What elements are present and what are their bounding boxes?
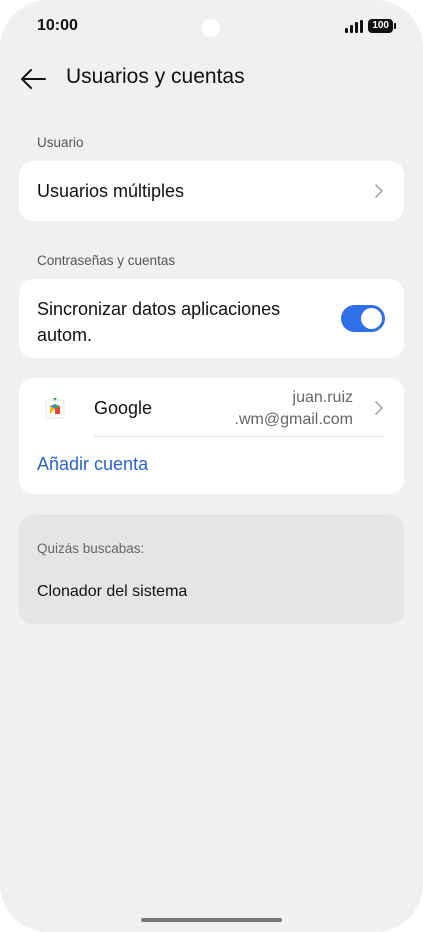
battery-icon: 100 [368, 19, 396, 33]
sync-data-label-line2: autom. [37, 325, 93, 345]
google-account-name: Google [94, 398, 153, 418]
sync-data-label-line1: Sincronizar datos aplicaciones [37, 299, 281, 319]
divider [94, 436, 385, 437]
status-bar: 10:00 100 [0, 0, 423, 56]
suggestion-item[interactable]: Clonador del sistema [37, 583, 187, 601]
toggle-knob [361, 308, 382, 329]
add-account-link[interactable]: Añadir cuenta [37, 454, 148, 475]
page-title: Usuarios y cuentas [66, 65, 245, 88]
google-account-email-line1: juan.ruiz [292, 389, 353, 406]
sync-data-label: Sincronizar datos aplicaciones autom. [37, 296, 280, 348]
section-label-user: Usuario [37, 135, 84, 150]
suggestions-label: Quizás buscabas: [37, 541, 145, 556]
sync-toggle[interactable] [341, 305, 385, 332]
signal-icon [345, 19, 364, 33]
back-button[interactable] [14, 60, 52, 98]
camera-cutout [202, 19, 220, 37]
chevron-right-icon [375, 401, 383, 415]
multiple-users-item[interactable]: Usuarios múltiples [19, 161, 404, 221]
google-account-email-line2: .wm@gmail.com [234, 411, 353, 428]
status-time: 10:00 [37, 17, 78, 34]
multiple-users-label: Usuarios múltiples [37, 181, 185, 201]
google-account-item[interactable]: Google juan.ruiz .wm@gmail.com [19, 378, 404, 438]
arrow-left-icon [21, 69, 46, 89]
google-account-email: juan.ruiz .wm@gmail.com [235, 387, 353, 431]
accounts-card: Google juan.ruiz .wm@gmail.com Añadir cu… [19, 378, 404, 494]
top-bar: Usuarios y cuentas [0, 56, 423, 102]
home-indicator[interactable] [141, 918, 282, 922]
suggestions-card: Quizás buscabas: Clonador del sistema [19, 515, 404, 624]
section-label-accounts: Contraseñas y cuentas [37, 253, 176, 268]
status-icons: 100 [345, 19, 396, 33]
chevron-right-icon [375, 184, 383, 198]
sync-data-item[interactable]: Sincronizar datos aplicaciones autom. [19, 279, 404, 358]
phone-screen: 10:00 100 Usuarios y cuentas Usuario Usu… [0, 0, 423, 932]
